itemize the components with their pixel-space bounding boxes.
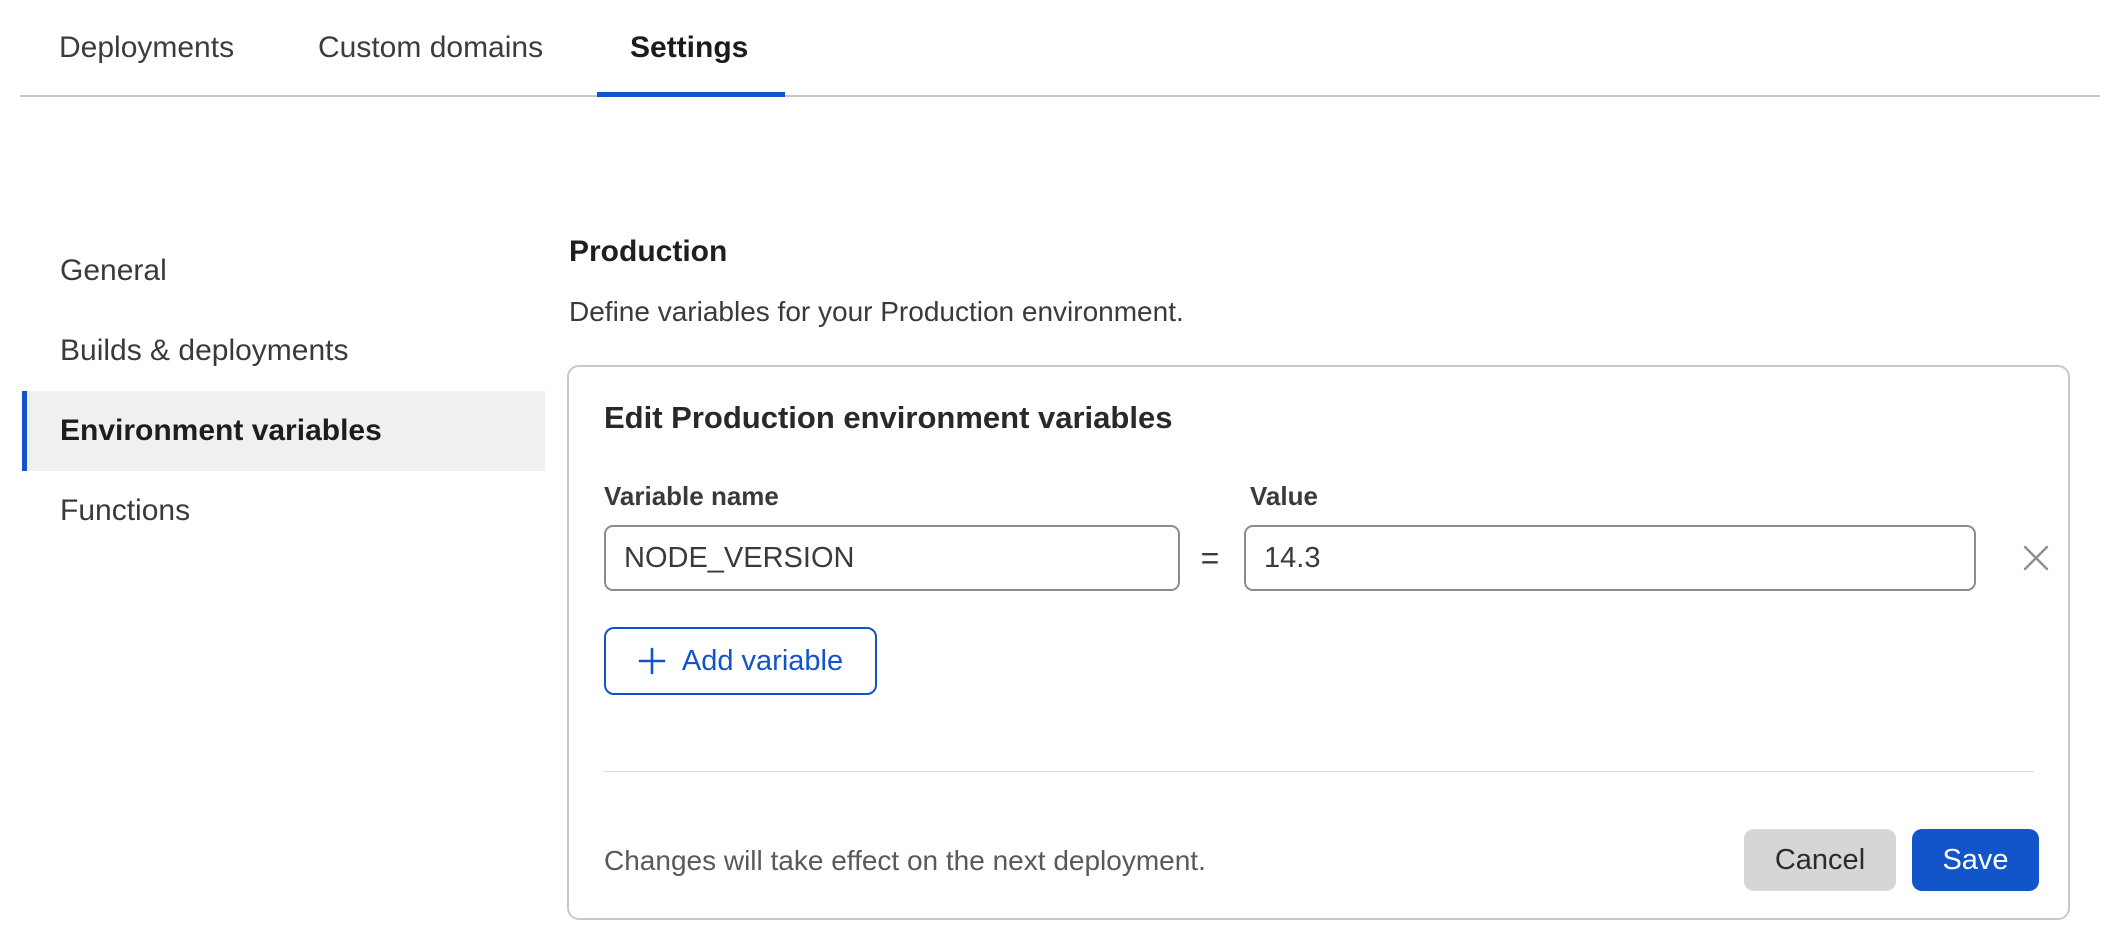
variable-name-input[interactable]	[604, 525, 1180, 591]
settings-sidebar: General Builds & deployments Environment…	[22, 231, 545, 551]
add-variable-label: Add variable	[682, 645, 843, 678]
active-tab-underline	[597, 92, 785, 97]
value-label: Value	[1250, 479, 1318, 513]
tab-bar: Deployments Custom domains Settings	[20, 0, 2100, 97]
sidebar-item-functions[interactable]: Functions	[22, 471, 545, 551]
deployment-note: Changes will take effect on the next dep…	[604, 843, 1206, 879]
card-title: Edit Production environment variables	[604, 397, 1172, 439]
card-divider	[603, 771, 2034, 772]
variable-value-input[interactable]	[1244, 525, 1976, 591]
close-icon	[2020, 542, 2052, 574]
tab-deployments[interactable]: Deployments	[59, 0, 234, 95]
tab-custom-domains[interactable]: Custom domains	[318, 0, 543, 95]
tab-settings[interactable]: Settings	[630, 0, 748, 95]
sidebar-item-builds-deployments[interactable]: Builds & deployments	[22, 311, 545, 391]
sidebar-item-environment-variables[interactable]: Environment variables	[22, 391, 545, 471]
equals-sign: =	[1191, 525, 1229, 591]
environment-variables-card: Edit Production environment variables Va…	[567, 365, 2070, 920]
section-description: Define variables for your Production env…	[569, 292, 1184, 332]
remove-variable-button[interactable]	[2016, 538, 2056, 578]
add-variable-button[interactable]: Add variable	[604, 627, 877, 695]
cancel-button[interactable]: Cancel	[1744, 829, 1896, 891]
variable-name-label: Variable name	[604, 479, 779, 513]
section-title: Production	[569, 232, 727, 272]
plus-icon	[638, 647, 666, 675]
save-button[interactable]: Save	[1912, 829, 2039, 891]
sidebar-item-general[interactable]: General	[22, 231, 545, 311]
